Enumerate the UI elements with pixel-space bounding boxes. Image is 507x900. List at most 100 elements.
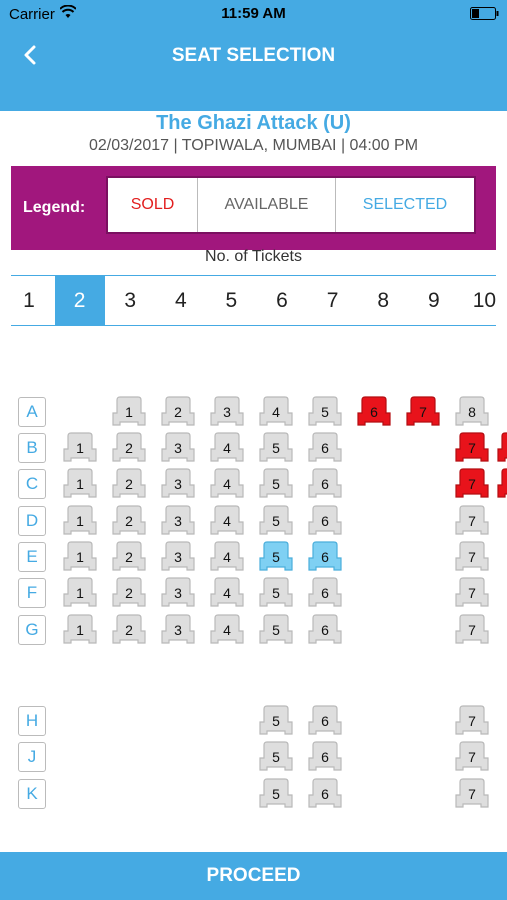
seat-f3[interactable]: 3: [161, 577, 195, 609]
seat-number: 5: [272, 713, 280, 729]
seat-number: 4: [223, 513, 231, 529]
ticket-option-5[interactable]: 5: [206, 276, 256, 326]
seat-f4[interactable]: 4: [210, 577, 244, 609]
ticket-option-9[interactable]: 9: [409, 276, 459, 326]
seat-c6[interactable]: 6: [308, 468, 342, 500]
header-bar: Carrier 11:59 AM SEAT SELECTION: [0, 0, 507, 111]
seat-b6[interactable]: 6: [308, 432, 342, 464]
seat-a5[interactable]: 5: [308, 396, 342, 428]
seat-number: 1: [76, 585, 84, 601]
ticket-option-2[interactable]: 2: [54, 276, 105, 326]
seat-f1[interactable]: 1: [63, 577, 97, 609]
ticket-count-selector[interactable]: 1 2 3 4 5 6 7 8 9 10: [11, 275, 496, 326]
proceed-button[interactable]: PROCEED: [0, 852, 507, 900]
seat-e1[interactable]: 1: [63, 541, 97, 573]
seat-d6[interactable]: 6: [308, 505, 342, 537]
seat-j6[interactable]: 6: [308, 741, 342, 773]
row-label-g: G: [18, 615, 46, 645]
seat-d3[interactable]: 3: [161, 505, 195, 537]
seat-c7: 7: [455, 468, 489, 500]
seat-g7[interactable]: 7: [455, 614, 489, 646]
seat-number: 6: [321, 549, 329, 565]
seat-e7[interactable]: 7: [455, 541, 489, 573]
seat-number: 1: [125, 404, 133, 420]
legend-available: AVAILABLE: [198, 178, 336, 232]
seat-b2[interactable]: 2: [112, 432, 146, 464]
seat-a8[interactable]: 8: [455, 396, 489, 428]
seat-number: 7: [468, 713, 476, 729]
seat-g6[interactable]: 6: [308, 614, 342, 646]
seat-h6[interactable]: 6: [308, 705, 342, 737]
seat-f5[interactable]: 5: [259, 577, 293, 609]
seat-g2[interactable]: 2: [112, 614, 146, 646]
seat-f6[interactable]: 6: [308, 577, 342, 609]
seat-h5[interactable]: 5: [259, 705, 293, 737]
seat-number: 1: [76, 549, 84, 565]
seat-number: 4: [223, 440, 231, 456]
ticket-option-10[interactable]: 10: [459, 276, 507, 326]
seat-number: 7: [419, 404, 427, 420]
seat-j7[interactable]: 7: [455, 741, 489, 773]
seat-f2[interactable]: 2: [112, 577, 146, 609]
seat-number: 7: [468, 476, 476, 492]
seat-k7[interactable]: 7: [455, 778, 489, 810]
seat-c3[interactable]: 3: [161, 468, 195, 500]
seat-d2[interactable]: 2: [112, 505, 146, 537]
seat-b4[interactable]: 4: [210, 432, 244, 464]
seat-d5[interactable]: 5: [259, 505, 293, 537]
seat-number: 7: [468, 622, 476, 638]
ticket-option-8[interactable]: 8: [358, 276, 408, 326]
seat-b5[interactable]: 5: [259, 432, 293, 464]
seat-d4[interactable]: 4: [210, 505, 244, 537]
seat-g3[interactable]: 3: [161, 614, 195, 646]
seat-number: 6: [321, 749, 329, 765]
seat-g4[interactable]: 4: [210, 614, 244, 646]
seat-h7[interactable]: 7: [455, 705, 489, 737]
seat-a3[interactable]: 3: [210, 396, 244, 428]
seat-e6[interactable]: 6: [308, 541, 342, 573]
screen-title: SEAT SELECTION: [171, 45, 336, 66]
seat-d1[interactable]: 1: [63, 505, 97, 537]
seat-number: 7: [468, 513, 476, 529]
seat-e5[interactable]: 5: [259, 541, 293, 573]
ticket-option-7[interactable]: 7: [308, 276, 358, 326]
seat-a4[interactable]: 4: [259, 396, 293, 428]
seat-k5[interactable]: 5: [259, 778, 293, 810]
seat-e3[interactable]: 3: [161, 541, 195, 573]
row-label-a: A: [18, 397, 46, 427]
seat-number: 3: [174, 622, 182, 638]
seat-bx: [497, 432, 507, 464]
seat-j5[interactable]: 5: [259, 741, 293, 773]
battery-icon: [470, 7, 499, 20]
seat-a1[interactable]: 1: [112, 396, 146, 428]
seat-k6[interactable]: 6: [308, 778, 342, 810]
ticket-option-1[interactable]: 1: [4, 276, 54, 326]
seat-number: 3: [174, 440, 182, 456]
seat-g5[interactable]: 5: [259, 614, 293, 646]
seat-f7[interactable]: 7: [455, 577, 489, 609]
seat-number: 4: [223, 476, 231, 492]
seat-number: 7: [468, 440, 476, 456]
seat-number: 1: [76, 622, 84, 638]
seat-c5[interactable]: 5: [259, 468, 293, 500]
seat-d7[interactable]: 7: [455, 505, 489, 537]
seat-g1[interactable]: 1: [63, 614, 97, 646]
seat-b1[interactable]: 1: [63, 432, 97, 464]
ticket-option-4[interactable]: 4: [156, 276, 206, 326]
seat-a7: 7: [406, 396, 440, 428]
seat-e2[interactable]: 2: [112, 541, 146, 573]
seat-number: 4: [223, 549, 231, 565]
seat-number: 5: [272, 549, 280, 565]
seat-number: 2: [125, 585, 133, 601]
seat-e4[interactable]: 4: [210, 541, 244, 573]
seat-a2[interactable]: 2: [161, 396, 195, 428]
seat-c1[interactable]: 1: [63, 468, 97, 500]
seat-selection-screen: Carrier 11:59 AM SEAT SELECTION The Ghaz…: [0, 0, 507, 900]
seat-b3[interactable]: 3: [161, 432, 195, 464]
ticket-option-6[interactable]: 6: [257, 276, 307, 326]
seat-c2[interactable]: 2: [112, 468, 146, 500]
seat-number: 2: [174, 404, 182, 420]
seat-c4[interactable]: 4: [210, 468, 244, 500]
ticket-option-3[interactable]: 3: [105, 276, 155, 326]
seat-number: 7: [468, 786, 476, 802]
